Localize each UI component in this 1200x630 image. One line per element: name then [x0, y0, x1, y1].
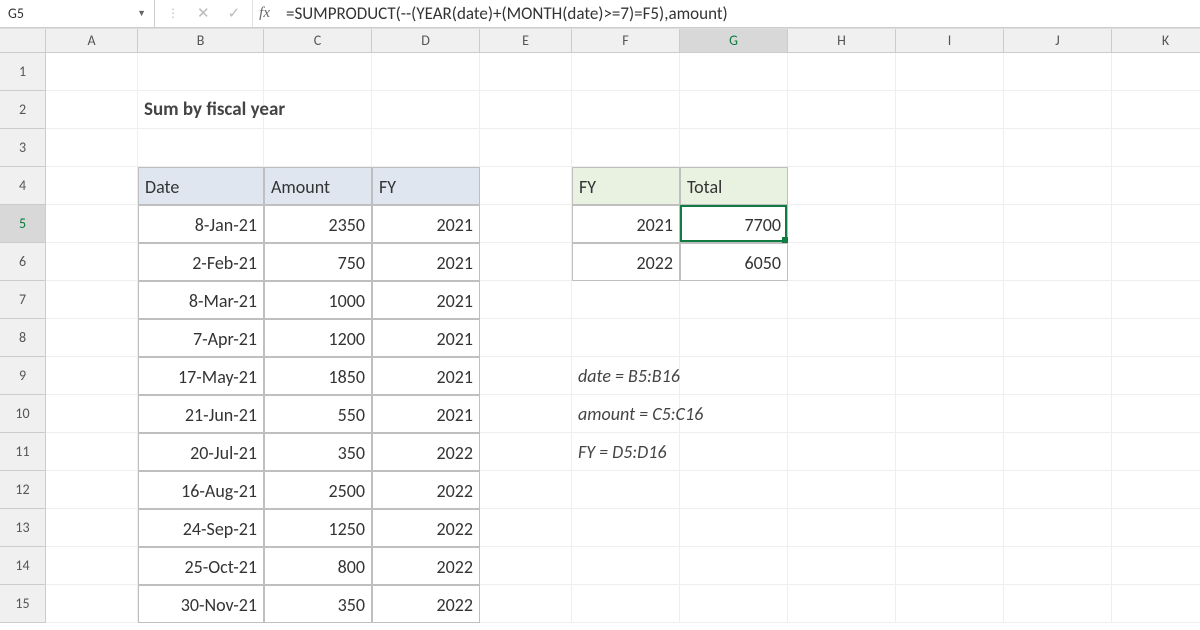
main-amount-7[interactable]: 1000	[264, 281, 372, 319]
note-date[interactable]: date = B5:B16	[572, 357, 872, 395]
main-amount-9[interactable]: 1850	[264, 357, 372, 395]
row-header-15[interactable]: 15	[0, 585, 46, 623]
page-title[interactable]: Sum by fiscal year	[138, 91, 438, 129]
col-header-E[interactable]: E	[480, 29, 572, 53]
main-date-6[interactable]: 2-Feb-21	[138, 243, 264, 281]
row-header-5[interactable]: 5	[0, 205, 46, 243]
main-amount-11[interactable]: 350	[264, 433, 372, 471]
main-fy-12[interactable]: 2022	[372, 471, 480, 509]
main-fy-6[interactable]: 2021	[372, 243, 480, 281]
enter-icon[interactable]: ✓	[228, 4, 241, 23]
summary-total-6[interactable]: 6050	[680, 243, 788, 281]
more-icon[interactable]: ⋮	[167, 6, 179, 21]
name-box-value: G5	[8, 5, 24, 22]
col-header-F[interactable]: F	[572, 29, 680, 53]
main-header-amount[interactable]: Amount	[264, 167, 372, 205]
note-amount[interactable]: amount = C5:C16	[572, 395, 872, 433]
col-header-K[interactable]: K	[1112, 29, 1200, 53]
main-fy-7[interactable]: 2021	[372, 281, 480, 319]
chevron-down-icon[interactable]: ▼	[137, 8, 146, 19]
row-header-3[interactable]: 3	[0, 129, 46, 167]
main-amount-6[interactable]: 750	[264, 243, 372, 281]
main-date-11[interactable]: 20-Jul-21	[138, 433, 264, 471]
summary-fy-5[interactable]: 2021	[572, 205, 680, 243]
formula-input[interactable]: =SUMPRODUCT(--(YEAR(date)+(MONTH(date)>=…	[280, 0, 1200, 27]
fx-icon[interactable]: fx	[253, 0, 280, 27]
main-fy-9[interactable]: 2021	[372, 357, 480, 395]
row-header-13[interactable]: 13	[0, 509, 46, 547]
main-date-5[interactable]: 8-Jan-21	[138, 205, 264, 243]
main-fy-5[interactable]: 2021	[372, 205, 480, 243]
main-amount-10[interactable]: 550	[264, 395, 372, 433]
main-fy-10[interactable]: 2021	[372, 395, 480, 433]
formula-text: =SUMPRODUCT(--(YEAR(date)+(MONTH(date)>=…	[286, 3, 728, 24]
main-amount-13[interactable]: 1250	[264, 509, 372, 547]
main-date-15[interactable]: 30-Nov-21	[138, 585, 264, 623]
summary-header-fy[interactable]: FY	[572, 167, 680, 205]
main-header-fy[interactable]: FY	[372, 167, 480, 205]
main-fy-11[interactable]: 2022	[372, 433, 480, 471]
main-date-12[interactable]: 16-Aug-21	[138, 471, 264, 509]
col-header-J[interactable]: J	[1004, 29, 1112, 53]
col-header-H[interactable]: H	[788, 29, 896, 53]
column-headers: ABCDEFGHIJK	[46, 29, 1200, 53]
main-header-date[interactable]: Date	[138, 167, 264, 205]
col-header-B[interactable]: B	[138, 29, 264, 53]
summary-total-5[interactable]: 7700	[680, 205, 788, 243]
row-header-1[interactable]: 1	[0, 53, 46, 91]
main-date-7[interactable]: 8-Mar-21	[138, 281, 264, 319]
row-header-11[interactable]: 11	[0, 433, 46, 471]
main-date-14[interactable]: 25-Oct-21	[138, 547, 264, 585]
row-header-7[interactable]: 7	[0, 281, 46, 319]
spreadsheet-grid[interactable]: ABCDEFGHIJK 123456789101112131415 Sum by…	[0, 28, 1200, 630]
main-amount-14[interactable]: 800	[264, 547, 372, 585]
main-date-9[interactable]: 17-May-21	[138, 357, 264, 395]
main-amount-15[interactable]: 350	[264, 585, 372, 623]
col-header-G[interactable]: G	[680, 29, 788, 53]
summary-header-total[interactable]: Total	[680, 167, 788, 205]
row-header-9[interactable]: 9	[0, 357, 46, 395]
row-header-12[interactable]: 12	[0, 471, 46, 509]
main-amount-8[interactable]: 1200	[264, 319, 372, 357]
select-all-corner[interactable]	[0, 29, 46, 53]
name-box[interactable]: G5 ▼	[0, 0, 155, 27]
row-header-2[interactable]: 2	[0, 91, 46, 129]
main-fy-15[interactable]: 2022	[372, 585, 480, 623]
col-header-I[interactable]: I	[896, 29, 1004, 53]
main-fy-13[interactable]: 2022	[372, 509, 480, 547]
cancel-icon[interactable]: ✕	[197, 4, 210, 23]
main-amount-5[interactable]: 2350	[264, 205, 372, 243]
row-header-10[interactable]: 10	[0, 395, 46, 433]
formula-bar: G5 ▼ ⋮ ✕ ✓ fx =SUMPRODUCT(--(YEAR(date)+…	[0, 0, 1200, 28]
main-fy-8[interactable]: 2021	[372, 319, 480, 357]
col-header-C[interactable]: C	[264, 29, 372, 53]
col-header-A[interactable]: A	[46, 29, 138, 53]
main-fy-14[interactable]: 2022	[372, 547, 480, 585]
row-headers: 123456789101112131415	[0, 53, 46, 623]
row-header-14[interactable]: 14	[0, 547, 46, 585]
row-header-4[interactable]: 4	[0, 167, 46, 205]
main-date-13[interactable]: 24-Sep-21	[138, 509, 264, 547]
main-date-8[interactable]: 7-Apr-21	[138, 319, 264, 357]
summary-fy-6[interactable]: 2022	[572, 243, 680, 281]
main-amount-12[interactable]: 2500	[264, 471, 372, 509]
main-date-10[interactable]: 21-Jun-21	[138, 395, 264, 433]
row-header-8[interactable]: 8	[0, 319, 46, 357]
row-header-6[interactable]: 6	[0, 243, 46, 281]
note-fy[interactable]: FY = D5:D16	[572, 433, 872, 471]
formula-bar-buttons: ⋮ ✕ ✓	[155, 0, 253, 27]
col-header-D[interactable]: D	[372, 29, 480, 53]
